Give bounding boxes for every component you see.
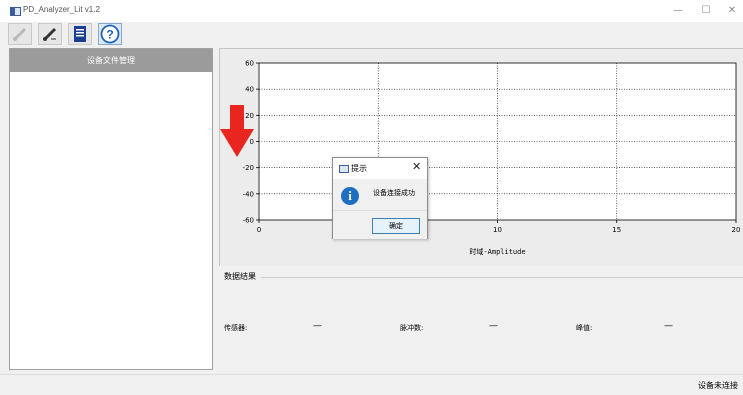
x-tick-label: 0 [257, 226, 261, 234]
svg-text:?: ? [106, 28, 113, 42]
results-divider [261, 277, 743, 278]
y-tick-label: 40 [245, 86, 254, 94]
document-icon [74, 26, 86, 42]
red-arrow-icon [220, 105, 254, 157]
close-button[interactable]: ✕ [722, 3, 742, 19]
ok-button[interactable]: 确定 [372, 218, 420, 234]
peak-value: — [664, 321, 673, 331]
dialog-message: 设备连接成功 [373, 189, 415, 197]
help-icon: ? [100, 24, 120, 44]
maximize-button[interactable]: ☐ [696, 3, 716, 19]
chart-panel: 051015206040200-20-40-60时域-Amplitude [219, 48, 743, 266]
y-tick-label: 60 [245, 60, 254, 68]
y-tick-label: -40 [243, 190, 254, 198]
pulse-count-value: — [489, 321, 498, 331]
status-bar: 设备未连接 [0, 374, 743, 395]
sensor-label: 传感器: [224, 324, 248, 332]
sensor-value: — [313, 321, 322, 331]
x-axis-label: 时域-Amplitude [469, 247, 525, 256]
connect-button[interactable] [8, 23, 32, 45]
dialog-title-bar: 提示 ✕ [333, 158, 427, 179]
disconnect-icon [43, 27, 57, 41]
y-tick-label: -60 [243, 217, 254, 225]
amplitude-chart: 051015206040200-20-40-60时域-Amplitude [243, 60, 741, 257]
dialog-app-icon [339, 165, 349, 173]
connect-icon [13, 27, 27, 41]
window-title: PD_Analyzer_Lit v1.2 [23, 5, 100, 14]
info-dialog: 提示 ✕ i 设备连接成功 确定 [332, 157, 428, 239]
x-tick-label: 10 [493, 226, 502, 234]
peak-label: 峰值: [576, 324, 593, 332]
device-file-header: 设备文件管理 [10, 49, 212, 72]
x-tick-label: 15 [612, 226, 621, 234]
device-file-panel: 设备文件管理 [9, 48, 213, 370]
document-button[interactable] [68, 23, 92, 45]
pulse-count-label: 脉冲数: [400, 324, 424, 332]
app-icon [10, 7, 21, 16]
dialog-title: 提示 [351, 164, 367, 173]
results-title: 数据结果 [224, 272, 256, 281]
info-icon: i [341, 187, 359, 205]
x-tick-label: 20 [732, 226, 741, 234]
disconnect-button[interactable] [38, 23, 62, 45]
minimize-button[interactable]: — [668, 3, 688, 19]
title-bar: PD_Analyzer_Lit v1.2 — ☐ ✕ [0, 0, 743, 22]
dialog-close-button[interactable]: ✕ [412, 160, 421, 173]
help-button[interactable]: ? [98, 23, 122, 45]
y-tick-label: -20 [243, 164, 254, 172]
connection-status: 设备未连接 [698, 381, 738, 390]
